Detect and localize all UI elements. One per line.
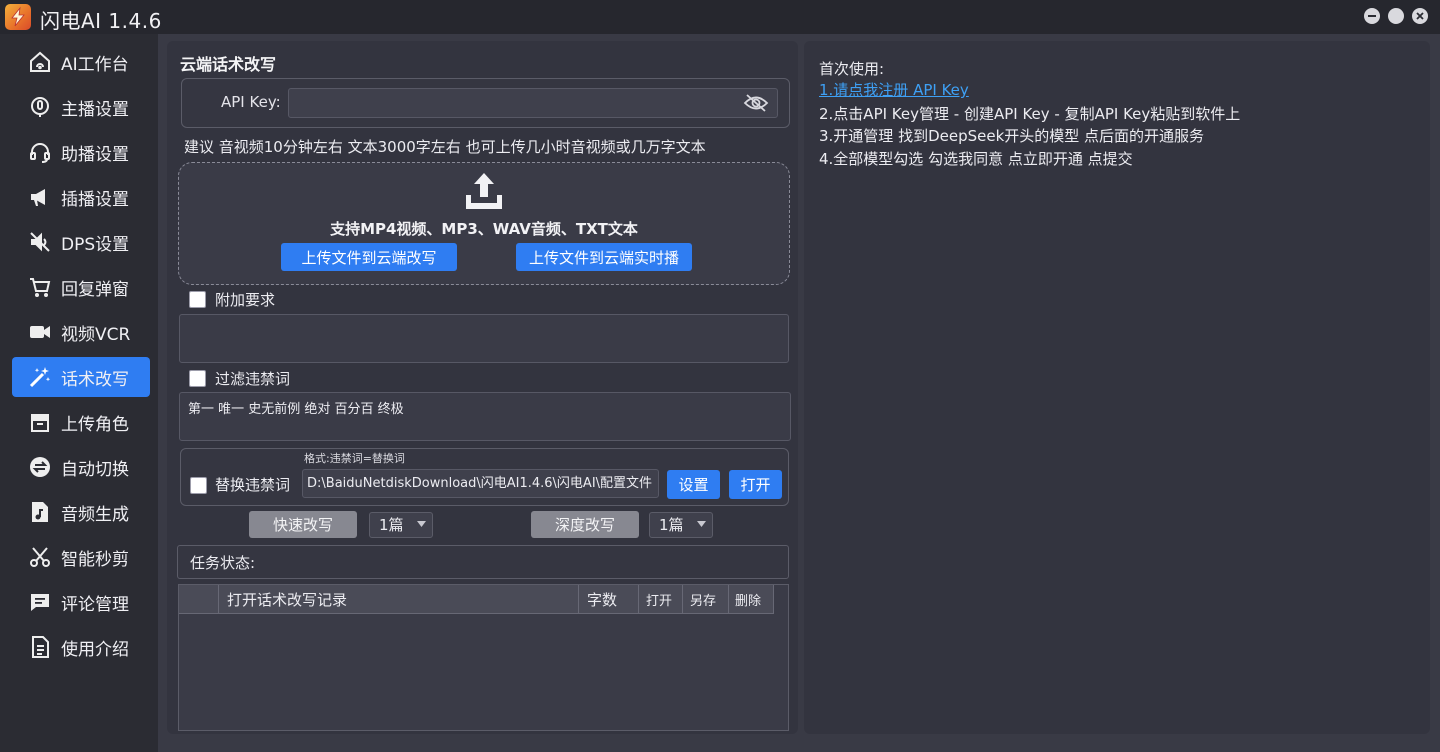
sidebar-item-smart-cut[interactable]: 智能秒剪 bbox=[12, 537, 150, 577]
upload-formats: 支持MP4视频、MP3、WAV音频、TXT文本 bbox=[330, 220, 638, 238]
task-status-box bbox=[177, 545, 789, 579]
section-title: 云端话术改写 bbox=[180, 55, 277, 74]
replace-format-hint: 格式:违禁词=替换词 bbox=[304, 452, 405, 465]
comment-icon bbox=[28, 590, 52, 614]
table-header-index bbox=[179, 585, 219, 614]
guide-step-2: 2.点击API Key管理 - 创建API Key - 复制API Key粘贴到… bbox=[819, 105, 1241, 123]
guide-step-3: 3.开通管理 找到DeepSeek开头的模型 点后面的开通服务 bbox=[819, 127, 1205, 145]
maximize-button[interactable] bbox=[1388, 8, 1404, 24]
minimize-button[interactable] bbox=[1364, 8, 1380, 24]
extra-req-label: 附加要求 bbox=[215, 291, 276, 309]
extra-req-textarea[interactable] bbox=[179, 314, 789, 363]
video-camera-icon bbox=[28, 320, 52, 344]
app-title: 闪电AI 1.4.6 bbox=[40, 9, 162, 33]
filter-words-label: 过滤违禁词 bbox=[215, 370, 291, 388]
sidebar-item-comment-mgmt[interactable]: 评论管理 bbox=[12, 582, 150, 622]
guide-heading: 首次使用: bbox=[819, 60, 885, 78]
upload-live-button[interactable]: 上传文件到云端实时播 bbox=[516, 243, 692, 271]
chevron-down-icon bbox=[417, 521, 426, 527]
upload-rewrite-button[interactable]: 上传文件到云端改写 bbox=[281, 243, 457, 271]
sidebar-item-insert-settings[interactable]: 插播设置 bbox=[12, 177, 150, 217]
quick-rewrite-button[interactable]: 快速改写 bbox=[249, 511, 357, 538]
guide-step-4: 4.全部模型勾选 勾选我同意 点立即开通 点提交 bbox=[819, 150, 1133, 168]
sidebar-item-upload-role[interactable]: 上传角色 bbox=[12, 402, 150, 442]
scissors-icon bbox=[28, 545, 52, 569]
deep-rewrite-button[interactable]: 深度改写 bbox=[531, 511, 639, 538]
replace-words-label: 替换违禁词 bbox=[215, 476, 291, 494]
task-status-label: 任务状态: bbox=[190, 554, 256, 572]
title-bar: 闪电AI 1.4.6 bbox=[0, 0, 1440, 34]
magic-wand-icon bbox=[28, 365, 52, 389]
extra-req-checkbox[interactable] bbox=[189, 291, 206, 308]
sidebar-item-video-vcr[interactable]: 视频VCR bbox=[12, 312, 150, 352]
table-header-word-count: 字数 bbox=[579, 585, 639, 614]
deep-count-value: 1篇 bbox=[659, 516, 684, 534]
mute-speaker-icon bbox=[28, 230, 52, 254]
quick-count-value: 1篇 bbox=[379, 516, 404, 534]
sidebar-item-assistant-settings[interactable]: 助播设置 bbox=[12, 132, 150, 172]
headset-icon bbox=[28, 140, 52, 164]
deep-count-select[interactable]: 1篇 bbox=[649, 512, 713, 538]
replace-settings-button[interactable]: 设置 bbox=[667, 470, 720, 499]
sidebar-item-ai-workbench[interactable]: AI工作台 bbox=[12, 42, 150, 82]
sidebar-item-usage-intro[interactable]: 使用介绍 bbox=[12, 627, 150, 667]
replace-path-input[interactable]: D:\BaiduNetdiskDownload\闪电AI1.4.6\闪电AI\配… bbox=[302, 469, 659, 498]
sidebar-item-auto-switch[interactable]: 自动切换 bbox=[12, 447, 150, 487]
sidebar-item-anchor-settings[interactable]: 主播设置 bbox=[12, 87, 150, 127]
app-logo-icon bbox=[5, 4, 31, 30]
api-key-input[interactable] bbox=[288, 88, 778, 118]
close-button[interactable] bbox=[1412, 8, 1428, 24]
document-icon bbox=[28, 635, 52, 659]
house-signal-icon bbox=[28, 50, 52, 74]
table-header-open-records[interactable]: 打开话术改写记录 bbox=[219, 585, 579, 614]
anchor-mic-icon bbox=[28, 95, 52, 119]
filter-words-checkbox[interactable] bbox=[189, 370, 206, 387]
upload-hint: 建议 音视频10分钟左右 文本3000字左右 也可上传几小时音视频或几万字文本 bbox=[184, 138, 706, 156]
eye-slash-icon[interactable] bbox=[743, 92, 769, 114]
music-file-icon bbox=[28, 500, 52, 524]
chevron-down-icon bbox=[697, 521, 706, 527]
quick-count-select[interactable]: 1篇 bbox=[369, 512, 433, 538]
sidebar-item-reply-popup[interactable]: 回复弹窗 bbox=[12, 267, 150, 307]
api-key-label: API Key: bbox=[221, 93, 281, 111]
filter-words-textarea[interactable]: 第一 唯一 史无前例 绝对 百分百 终极 bbox=[179, 392, 791, 441]
replace-words-checkbox[interactable] bbox=[190, 477, 207, 494]
sidebar-item-script-rewrite[interactable]: 话术改写 bbox=[12, 357, 150, 397]
megaphone-icon bbox=[28, 185, 52, 209]
sidebar-item-dps-settings[interactable]: DPS设置 bbox=[12, 222, 150, 262]
table-header-delete: 删除 bbox=[729, 585, 774, 614]
register-api-key-link[interactable]: 1.请点我注册 API Key bbox=[819, 79, 969, 100]
cart-icon bbox=[28, 275, 52, 299]
upload-icon bbox=[462, 169, 506, 213]
box-icon bbox=[28, 410, 52, 434]
replace-open-button[interactable]: 打开 bbox=[729, 470, 782, 499]
sidebar-item-audio-gen[interactable]: 音频生成 bbox=[12, 492, 150, 532]
switch-icon bbox=[28, 455, 52, 479]
table-header-open: 打开 bbox=[639, 585, 683, 614]
table-header-save-as: 另存 bbox=[683, 585, 729, 614]
